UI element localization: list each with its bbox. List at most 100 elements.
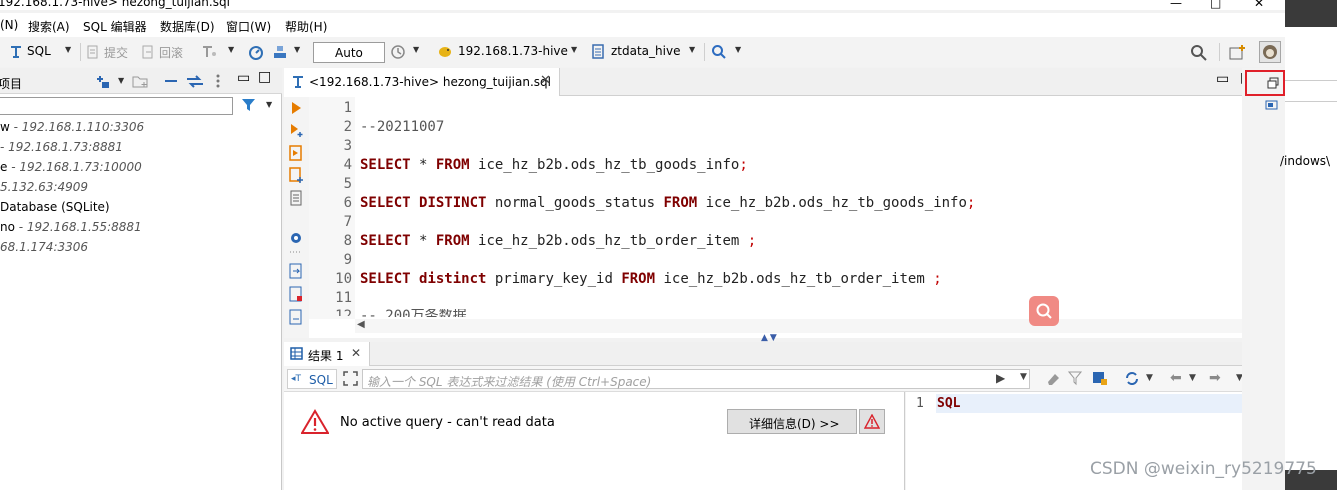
back-arrow-icon[interactable]: ⬅ <box>1170 370 1182 386</box>
forward-arrow-icon[interactable]: ➡ <box>1209 370 1221 386</box>
line-number: 8 <box>343 233 352 249</box>
code-line[interactable]: -- 200万条数据 <box>360 309 467 317</box>
refresh-dropdown-icon[interactable]: ▼ <box>1146 373 1153 383</box>
code-line[interactable]: SELECT * FROM ice_hz_b2b.ods_hz_tb_goods… <box>360 157 748 173</box>
new-connection-icon[interactable] <box>94 74 110 89</box>
menu-sql-editor[interactable]: SQL 编辑器 <box>83 18 147 35</box>
details-button[interactable]: 详细信息(D) >> <box>727 409 857 434</box>
right-trim-stack <box>1242 68 1285 490</box>
filter-icon[interactable] <box>241 97 258 113</box>
filter-settings-icon[interactable] <box>1068 371 1084 386</box>
commit-mode-field[interactable]: Auto <box>313 42 385 63</box>
error-details-button[interactable] <box>859 409 885 434</box>
code-line[interactable]: --20211007 <box>360 119 444 135</box>
toolbar-separator <box>80 43 81 61</box>
new-folder-icon[interactable] <box>132 74 149 89</box>
sql-dropdown-icon[interactable]: ▼ <box>65 45 71 54</box>
expand-icon[interactable] <box>343 371 358 386</box>
results-filter-input[interactable]: 输入一个 SQL 表达式来过滤结果 (使用 Ctrl+Space) <box>362 369 1030 389</box>
rollback-button[interactable]: 回滚 <box>159 44 183 61</box>
apply-filter-icon[interactable]: ▶ <box>996 371 1005 385</box>
history-icon[interactable] <box>390 44 406 60</box>
editor-horizontal-scrollbar[interactable]: ◀ ▶ <box>355 319 1259 333</box>
menu-file[interactable]: (N) <box>0 18 18 32</box>
editor-tab-label: <192.168.1.73-hive> hezong_tuijian.sql <box>309 75 551 89</box>
code-line[interactable]: SELECT distinct primary_key_id FROM ice_… <box>360 271 942 287</box>
menu-database[interactable]: 数据库(D) <box>160 18 215 35</box>
network-dropdown-icon[interactable]: ▼ <box>294 45 300 54</box>
scroll-left-icon[interactable]: ◀ <box>357 319 365 330</box>
filter-dropdown-icon[interactable]: ▼ <box>266 100 272 109</box>
tree-node-connection[interactable]: Database (SQLite) <box>0 200 110 214</box>
transaction-dropdown-icon[interactable]: ▼ <box>228 45 234 54</box>
tree-node-connection[interactable]: - 192.168.1.73:8881 <box>0 140 123 154</box>
collapse-all-icon[interactable] <box>163 74 179 89</box>
close-tab-icon[interactable]: ✕ <box>540 73 551 88</box>
minimize-button[interactable]: — <box>1170 0 1182 10</box>
filter-panel-icon[interactable] <box>1092 371 1108 386</box>
new-connection-dropdown-icon[interactable]: ▼ <box>118 76 124 85</box>
menu-search[interactable]: 搜索(A) <box>28 18 70 35</box>
tree-node-connection[interactable]: e - 192.168.1.73:10000 <box>0 160 142 174</box>
error-icon <box>864 414 880 429</box>
code-line[interactable]: SELECT DISTINCT normal_goods_status FROM… <box>360 195 975 211</box>
load-script-icon[interactable] <box>289 263 303 279</box>
warning-icon <box>301 409 329 435</box>
tree-node-connection[interactable]: 5.132.63:4909 <box>0 180 88 194</box>
open-perspective-icon[interactable] <box>1229 44 1246 61</box>
execute-script-icon[interactable] <box>289 145 303 161</box>
results-tab[interactable]: 结果 1 ✕ <box>284 342 370 366</box>
watermark-text: CSDN @weixin_ry5219775 <box>1090 459 1317 479</box>
search-icon[interactable] <box>711 44 727 60</box>
main-toolbar: SQL ▼ 提交 回滚 ▼ ▼ Auto ▼ 192.168.1.73-hive… <box>0 37 1285 67</box>
refresh-icon[interactable] <box>1124 371 1140 386</box>
dashboard-icon[interactable] <box>248 44 264 60</box>
sql-toggle-icon: ◂T <box>291 374 302 384</box>
floating-search-button[interactable] <box>1029 296 1059 326</box>
editor-minimize-icon[interactable]: ▭ <box>1216 71 1229 87</box>
tree-node-connection[interactable]: w - 192.168.1.110:3306 <box>0 120 144 134</box>
sql-button[interactable]: SQL <box>27 44 51 58</box>
clear-filter-icon[interactable] <box>1045 371 1061 386</box>
explain-plan-icon[interactable] <box>289 190 303 206</box>
datasource-dropdown-icon[interactable]: ▼ <box>571 45 577 54</box>
back-dropdown-icon[interactable]: ▼ <box>1189 373 1196 383</box>
menu-help[interactable]: 帮助(H) <box>285 18 327 35</box>
datasource-selector[interactable]: 192.168.1.73-hive <box>458 44 568 58</box>
progress-view-icon[interactable] <box>1265 100 1279 110</box>
execute-new-tab-icon[interactable] <box>289 123 303 137</box>
maximize-button[interactable]: □ <box>1210 0 1221 10</box>
tree-node-connection[interactable]: no - 192.168.1.55:8881 <box>0 220 142 234</box>
network-icon[interactable] <box>272 44 288 60</box>
maximize-view-icon[interactable]: □ <box>258 69 271 85</box>
line-number: 10 <box>335 271 352 287</box>
navigator-filter-input[interactable] <box>0 97 233 115</box>
search-dropdown-icon[interactable]: ▼ <box>735 45 741 54</box>
sql-toggle-label: SQL <box>309 373 333 387</box>
dbeaver-perspective-icon[interactable] <box>1259 41 1281 63</box>
close-results-tab-icon[interactable]: ✕ <box>351 346 361 360</box>
code-line[interactable]: SELECT * FROM ice_hz_b2b.ods_hz_tb_order… <box>360 233 756 249</box>
execute-statement-icon[interactable] <box>289 101 303 115</box>
settings-gear-icon[interactable] <box>289 231 303 245</box>
minimize-view-icon[interactable]: ▭ <box>237 70 250 86</box>
link-with-editor-icon[interactable] <box>186 74 204 89</box>
line-number: 2 <box>343 119 352 135</box>
transaction-mode-icon[interactable] <box>201 45 217 59</box>
history-dropdown-icon[interactable]: ▼ <box>413 45 419 54</box>
restore-view-icon[interactable] <box>1267 77 1279 89</box>
sql-toggle-button[interactable]: ◂T SQL <box>287 369 337 389</box>
filter-history-icon[interactable]: ▼ <box>1020 372 1027 382</box>
schema-dropdown-icon[interactable]: ▼ <box>689 45 695 54</box>
menu-window[interactable]: 窗口(W) <box>226 18 271 35</box>
schema-selector[interactable]: ztdata_hive <box>611 44 680 58</box>
commit-button[interactable]: 提交 <box>104 44 128 61</box>
close-button[interactable]: ✕ <box>1254 0 1264 10</box>
save-script-icon[interactable] <box>289 286 303 302</box>
editor-tab[interactable]: <192.168.1.73-hive> hezong_tuijian.sql ✕ <box>284 68 560 96</box>
export-script-icon[interactable] <box>289 309 303 325</box>
execute-script-new-tab-icon[interactable] <box>289 167 303 183</box>
view-menu-icon[interactable] <box>214 73 222 90</box>
tree-node-connection[interactable]: 68.1.174:3306 <box>0 240 88 254</box>
global-search-icon[interactable] <box>1190 44 1207 61</box>
